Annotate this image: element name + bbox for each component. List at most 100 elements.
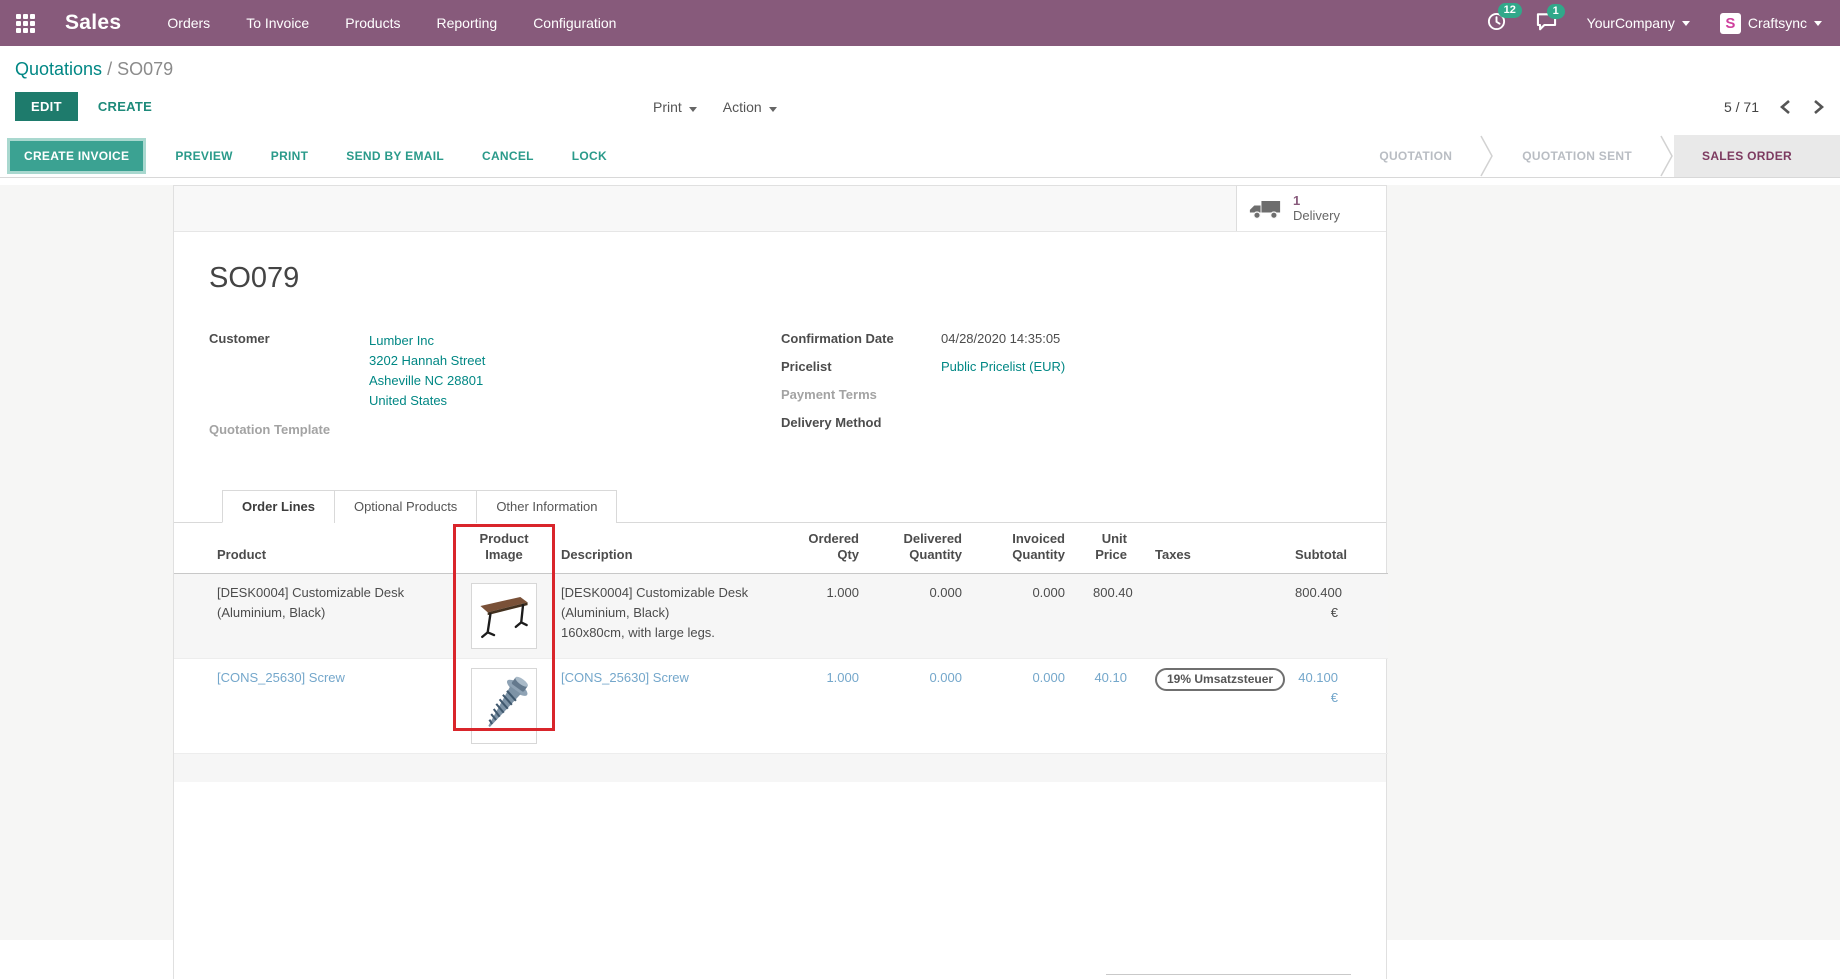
create-invoice-button[interactable]: CREATE INVOICE bbox=[10, 141, 143, 171]
pager-counter: 5 / 71 bbox=[1724, 99, 1759, 115]
breadcrumb: Quotations / SO079 bbox=[15, 59, 1825, 80]
user-name: Craftsync bbox=[1748, 15, 1807, 31]
cell-unit-price[interactable]: 40.10 bbox=[1079, 659, 1141, 754]
messages-menu[interactable]: 1 bbox=[1536, 13, 1557, 34]
menu-reporting[interactable]: Reporting bbox=[436, 15, 497, 31]
cell-subtotal[interactable]: 40.100 € bbox=[1281, 659, 1352, 754]
stage-quotation[interactable]: QUOTATION bbox=[1351, 135, 1480, 177]
chevron-down-icon bbox=[689, 107, 697, 112]
customer-value[interactable]: Lumber Inc 3202 Hannah Street Asheville … bbox=[369, 331, 485, 411]
column-description[interactable]: Description bbox=[555, 523, 785, 574]
cell-invoiced-qty[interactable]: 0.000 bbox=[976, 659, 1079, 754]
delivery-count: 1 bbox=[1293, 193, 1340, 208]
action-dropdown[interactable]: Action bbox=[723, 99, 777, 115]
stage-quotation-sent[interactable]: QUOTATION SENT bbox=[1494, 135, 1660, 177]
pager-next-button[interactable] bbox=[1813, 99, 1825, 115]
notebook-tabs: Order Lines Optional Products Other Info… bbox=[174, 490, 1386, 523]
message-count-badge: 1 bbox=[1547, 4, 1565, 19]
activity-count-badge: 12 bbox=[1498, 3, 1522, 18]
column-product[interactable]: Product bbox=[174, 523, 453, 574]
menu-products[interactable]: Products bbox=[345, 15, 400, 31]
page-title: SO079 bbox=[209, 262, 1351, 295]
create-button[interactable]: CREATE bbox=[98, 99, 152, 114]
send-by-email-button[interactable]: SEND BY EMAIL bbox=[334, 142, 456, 170]
cell-description[interactable]: [DESK0004] Customizable Desk (Aluminium,… bbox=[555, 574, 785, 659]
truck-icon bbox=[1249, 198, 1281, 220]
cell-product[interactable]: [DESK0004] Customizable Desk (Aluminium,… bbox=[174, 574, 453, 659]
top-navbar: Sales Orders To Invoice Products Reporti… bbox=[0, 0, 1840, 46]
menu-configuration[interactable]: Configuration bbox=[533, 15, 616, 31]
preview-button[interactable]: PREVIEW bbox=[163, 142, 244, 170]
table-row[interactable]: [CONS_25630] Screw bbox=[174, 659, 1388, 754]
table-header-row: Product Product Image Description Ordere… bbox=[174, 523, 1388, 574]
cell-unit-price[interactable]: 800.40 bbox=[1079, 574, 1141, 659]
company-name: YourCompany bbox=[1587, 15, 1675, 31]
company-switcher[interactable]: YourCompany bbox=[1587, 15, 1690, 31]
tab-order-lines[interactable]: Order Lines bbox=[222, 490, 335, 523]
cell-taxes[interactable] bbox=[1141, 574, 1281, 659]
column-unit-price[interactable]: Unit Price bbox=[1079, 523, 1141, 574]
print-dropdown[interactable]: Print bbox=[653, 99, 697, 115]
cell-product-image bbox=[453, 659, 555, 754]
app-title: Sales bbox=[65, 11, 121, 35]
cell-product-image bbox=[453, 574, 555, 659]
print-button[interactable]: PRINT bbox=[259, 142, 321, 170]
order-totals: Untaxed Amount: 840.500 € Taxes: 7.619 € bbox=[1106, 974, 1351, 979]
cell-ordered-qty[interactable]: 1.000 bbox=[785, 659, 873, 754]
breadcrumb-current: SO079 bbox=[117, 59, 173, 79]
form-view-background: 1 Delivery SO079 Customer Lumber Inc 320… bbox=[0, 185, 1840, 940]
chevron-down-icon bbox=[1682, 21, 1690, 26]
control-panel: Quotations / SO079 EDIT CREATE Print Act… bbox=[0, 46, 1840, 122]
cell-delivered-qty[interactable]: 0.000 bbox=[873, 659, 976, 754]
breadcrumb-separator: / bbox=[107, 59, 112, 79]
edit-button[interactable]: EDIT bbox=[15, 92, 78, 121]
lock-button[interactable]: LOCK bbox=[560, 142, 619, 170]
pager-previous-button[interactable] bbox=[1779, 99, 1791, 115]
menu-to-invoice[interactable]: To Invoice bbox=[246, 15, 309, 31]
column-ordered-qty[interactable]: Ordered Qty bbox=[785, 523, 873, 574]
stage-separator-icon bbox=[1480, 135, 1494, 177]
user-menu[interactable]: S Craftsync bbox=[1720, 13, 1822, 34]
screw-product-image bbox=[471, 668, 537, 744]
main-menu: Orders To Invoice Products Reporting Con… bbox=[167, 15, 616, 31]
delivery-smart-button[interactable]: 1 Delivery bbox=[1236, 186, 1386, 231]
delivery-method-label: Delivery Method bbox=[781, 415, 941, 430]
column-product-image[interactable]: Product Image bbox=[453, 523, 555, 574]
smart-button-box: 1 Delivery bbox=[174, 186, 1386, 232]
column-subtotal[interactable]: Subtotal bbox=[1281, 523, 1352, 574]
cell-delivered-qty[interactable]: 0.000 bbox=[873, 574, 976, 659]
column-invoiced-quantity[interactable]: Invoiced Quantity bbox=[976, 523, 1079, 574]
quotation-template-label: Quotation Template bbox=[209, 422, 369, 437]
cell-taxes[interactable]: 19% Umsatzsteuer bbox=[1141, 659, 1281, 754]
stage-sales-order[interactable]: SALES ORDER bbox=[1674, 135, 1840, 177]
menu-orders[interactable]: Orders bbox=[167, 15, 210, 31]
cell-product[interactable]: [CONS_25630] Screw bbox=[174, 659, 453, 754]
tab-other-information[interactable]: Other Information bbox=[476, 490, 617, 523]
confirmation-date-value: 04/28/2020 14:35:05 bbox=[941, 331, 1060, 346]
empty-row-stripe bbox=[174, 754, 1386, 782]
cell-description[interactable]: [CONS_25630] Screw bbox=[555, 659, 785, 754]
order-lines-table: Product Product Image Description Ordere… bbox=[174, 523, 1386, 782]
confirmation-date-label: Confirmation Date bbox=[781, 331, 941, 346]
table-row[interactable]: [DESK0004] Customizable Desk (Aluminium,… bbox=[174, 574, 1388, 659]
cell-subtotal[interactable]: 800.400 € bbox=[1281, 574, 1352, 659]
tab-optional-products[interactable]: Optional Products bbox=[334, 490, 477, 523]
column-delivered-quantity[interactable]: Delivered Quantity bbox=[873, 523, 976, 574]
cancel-button[interactable]: CANCEL bbox=[470, 142, 546, 170]
customer-name[interactable]: Lumber Inc bbox=[369, 331, 485, 351]
customer-country[interactable]: United States bbox=[369, 391, 485, 411]
cell-invoiced-qty[interactable]: 0.000 bbox=[976, 574, 1079, 659]
apps-menu-icon[interactable] bbox=[16, 14, 35, 33]
cell-ordered-qty[interactable]: 1.000 bbox=[785, 574, 873, 659]
desk-product-image bbox=[471, 583, 537, 649]
column-taxes[interactable]: Taxes bbox=[1141, 523, 1281, 574]
customer-city[interactable]: Asheville NC 28801 bbox=[369, 371, 485, 391]
form-statusbar: CREATE INVOICE PREVIEW PRINT SEND BY EMA… bbox=[0, 135, 1840, 178]
chevron-down-icon bbox=[1814, 21, 1822, 26]
customer-street[interactable]: 3202 Hannah Street bbox=[369, 351, 485, 371]
breadcrumb-quotations[interactable]: Quotations bbox=[15, 59, 102, 79]
pricelist-value[interactable]: Public Pricelist (EUR) bbox=[941, 359, 1065, 374]
activity-menu[interactable]: 12 bbox=[1487, 12, 1506, 34]
tax-badge[interactable]: 19% Umsatzsteuer bbox=[1155, 668, 1285, 691]
stage-separator-icon bbox=[1660, 135, 1674, 177]
